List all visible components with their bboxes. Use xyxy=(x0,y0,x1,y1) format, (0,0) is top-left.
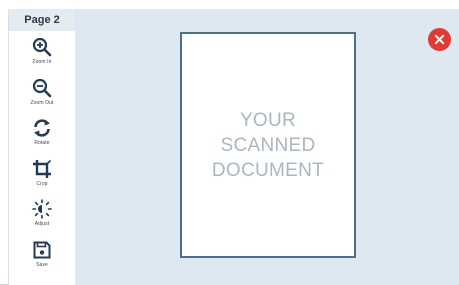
adjust-label: Adjust xyxy=(34,221,50,227)
zoom-out-label: Zoom Out xyxy=(30,100,54,106)
tool-sidebar: Page 2 Zoom In Zoom Out Rotate Crop Adju… xyxy=(8,9,76,285)
save-button[interactable]: Save xyxy=(9,240,75,278)
document-canvas: YOUR SCANNED DOCUMENT xyxy=(75,9,459,285)
zoom-in-button[interactable]: Zoom In xyxy=(9,37,75,75)
adjust-icon xyxy=(32,199,52,219)
crop-button[interactable]: Crop xyxy=(9,159,75,197)
document-placeholder-line3: DOCUMENT xyxy=(211,159,325,181)
rotate-label: Rotate xyxy=(34,140,50,146)
zoom-in-label: Zoom In xyxy=(32,59,52,65)
scanned-document-page: YOUR SCANNED DOCUMENT xyxy=(180,32,356,258)
adjust-button[interactable]: Adjust xyxy=(9,199,75,237)
close-button[interactable] xyxy=(428,28,451,51)
rotate-button[interactable]: Rotate xyxy=(9,118,75,156)
rotate-icon xyxy=(34,119,50,137)
crop-label: Crop xyxy=(36,181,48,187)
crop-icon xyxy=(33,159,52,178)
zoom-out-icon xyxy=(32,78,52,98)
document-placeholder-line2: SCANNED xyxy=(220,134,316,156)
zoom-in-icon xyxy=(32,37,52,57)
zoom-out-button[interactable]: Zoom Out xyxy=(9,78,75,116)
save-icon xyxy=(33,241,51,259)
document-placeholder: YOUR SCANNED DOCUMENT xyxy=(212,108,324,183)
scanner-window: Page 2 Zoom In Zoom Out Rotate Crop Adju… xyxy=(0,0,459,285)
save-label: Save xyxy=(36,262,48,268)
close-icon xyxy=(434,34,445,45)
page-indicator: Page 2 xyxy=(9,9,75,31)
document-placeholder-line1: YOUR xyxy=(239,109,297,131)
